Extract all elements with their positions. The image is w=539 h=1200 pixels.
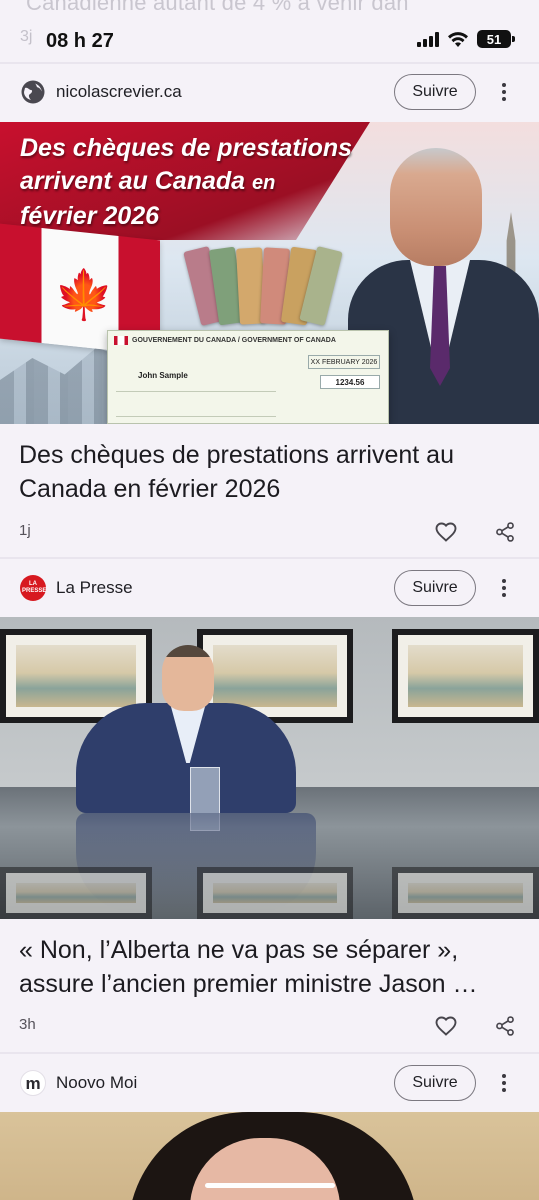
banner-title-line-3: février 2026 bbox=[20, 202, 160, 230]
banknotes bbox=[183, 245, 343, 330]
maple-leaf-icon: 🍁 bbox=[54, 269, 114, 322]
home-indicator[interactable] bbox=[205, 1183, 335, 1188]
ghost-age: 3j bbox=[20, 28, 33, 45]
cheque-date: XX FEBRUARY 2026 bbox=[308, 355, 380, 369]
la-presse-logo: LA PRESSE bbox=[20, 575, 46, 601]
article-1-meta: 1j bbox=[0, 512, 539, 552]
follow-button[interactable]: Suivre bbox=[394, 1065, 476, 1101]
status-icons: 51 bbox=[417, 30, 515, 48]
noovo-moi-logo-text: m bbox=[25, 1073, 41, 1093]
article-age: 1j bbox=[19, 522, 31, 539]
article-1-headline[interactable]: Des chèques de prestations arrivent au C… bbox=[19, 438, 519, 506]
heart-icon[interactable] bbox=[434, 520, 458, 544]
more-options-icon[interactable] bbox=[494, 573, 514, 603]
battery-icon: 51 bbox=[477, 30, 515, 48]
cheque-lines bbox=[116, 391, 276, 417]
banner-title-line-2: arrivent au Canada bbox=[20, 167, 246, 195]
banner-title-line-1: Des chèques de prestations bbox=[20, 134, 353, 162]
follow-button[interactable]: Suivre bbox=[394, 74, 476, 110]
battery-level: 51 bbox=[486, 31, 502, 47]
cheque-name: John Sample bbox=[138, 371, 188, 380]
follow-button[interactable]: Suivre bbox=[394, 570, 476, 606]
status-bar: Canadienne autant de 4 % à venir dan 3j … bbox=[0, 0, 539, 62]
article-2-meta: 3h bbox=[0, 1006, 539, 1046]
article-3-source-row: m Noovo Moi Suivre bbox=[0, 1055, 539, 1111]
la-presse-logo-text: LA PRESSE bbox=[22, 581, 47, 594]
banner-title: Des chèques de prestations arrivent au C… bbox=[20, 132, 352, 233]
more-options-icon[interactable] bbox=[494, 77, 514, 107]
reflected-painting bbox=[197, 867, 353, 919]
banner-title-en: en bbox=[252, 172, 276, 194]
divider bbox=[0, 557, 539, 559]
article-age: 3h bbox=[19, 1016, 36, 1033]
globe-icon bbox=[20, 79, 46, 105]
man-seated bbox=[66, 645, 306, 831]
article-1-source-row: nicolascrevier.ca Suivre bbox=[0, 64, 539, 120]
reflected-painting bbox=[0, 867, 152, 919]
wifi-icon bbox=[448, 32, 468, 47]
share-icon[interactable] bbox=[494, 1014, 516, 1038]
ghost-headline: Canadienne autant de 4 % à venir dan bbox=[26, 0, 409, 15]
heart-icon[interactable] bbox=[434, 1014, 458, 1038]
share-icon[interactable] bbox=[494, 520, 516, 544]
source-name[interactable]: nicolascrevier.ca bbox=[56, 82, 182, 102]
source-name[interactable]: Noovo Moi bbox=[56, 1073, 137, 1093]
article-1-image[interactable]: Des chèques de prestations arrivent au C… bbox=[0, 122, 539, 424]
cheque: GOUVERNEMENT DU CANADA / GOVERNMENT OF C… bbox=[107, 330, 389, 424]
noovo-moi-logo: m bbox=[20, 1070, 46, 1096]
framed-painting bbox=[392, 629, 539, 723]
divider bbox=[0, 1052, 539, 1054]
more-options-icon[interactable] bbox=[494, 1068, 514, 1098]
clock: 08 h 27 bbox=[46, 30, 114, 52]
cheque-amount: 1234.56 bbox=[320, 375, 380, 389]
article-2-headline[interactable]: « Non, l’Alberta ne va pas se séparer »,… bbox=[19, 933, 519, 1001]
reflected-painting bbox=[392, 867, 539, 919]
cheque-header: GOUVERNEMENT DU CANADA / GOVERNMENT OF C… bbox=[132, 337, 336, 344]
cheque-flag-icon bbox=[114, 336, 128, 345]
cellular-signal-icon bbox=[417, 31, 439, 47]
article-2-source-row: LA PRESSE La Presse Suivre bbox=[0, 560, 539, 616]
source-name[interactable]: La Presse bbox=[56, 578, 133, 598]
article-2-image[interactable] bbox=[0, 617, 539, 919]
